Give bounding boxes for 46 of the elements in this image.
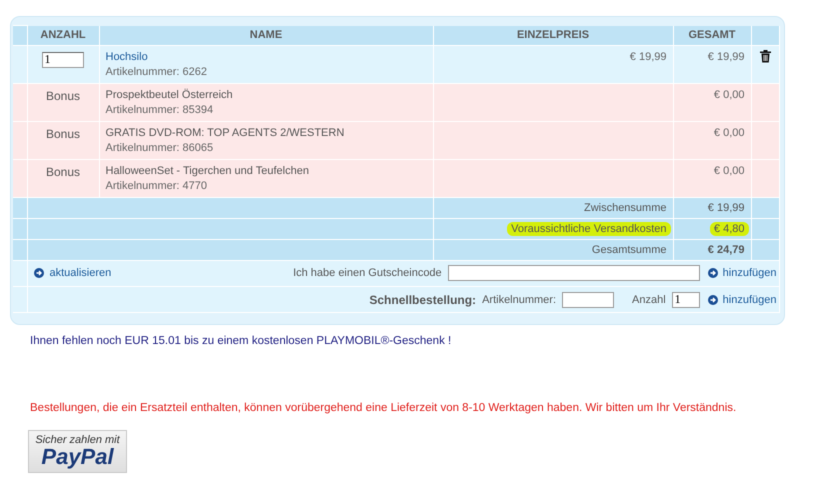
summary-label: Zwischensumme [582,200,668,214]
article-number: Artikelnummer: 6262 [106,66,208,78]
summary-value: € 19,99 [706,200,746,214]
product-name: Prospektbeutel Österreich [106,88,234,100]
add-voucher-link[interactable]: hinzufügen [722,266,776,278]
arrow-circle-icon [34,268,44,278]
bonus-label: Bonus [44,126,82,140]
article-number-label: Artikelnummer: [482,294,556,306]
summary-label: Gesamtsumme [590,242,668,256]
quantity-input[interactable]: 1 [42,52,84,68]
product-name-link[interactable]: Hochsilo [106,50,426,62]
bonus-label: Bonus [44,164,82,178]
paypal-caption: Sicher zahlen mit [35,434,120,446]
update-link[interactable]: aktualisieren [50,266,112,278]
summary-value: € 4,80 [710,222,748,236]
article-number-input[interactable] [562,292,614,308]
arrow-circle-icon [708,294,718,304]
total-price: € 0,00 [714,126,744,138]
quantity-label: Anzahl [632,294,666,306]
total-price: € 19,99 [708,50,744,62]
article-number: Artikelnummer: 4770 [106,180,208,192]
bonus-label: Bonus [44,88,82,102]
total-price: € 0,00 [714,164,744,176]
voucher-label: Ich habe einen Gutscheincode [293,266,442,278]
column-header: GESAMT [673,26,751,45]
quick-order-title: Schnellbestellung: [369,292,476,306]
voucher-input[interactable] [448,264,700,280]
arrow-circle-icon [708,268,718,278]
column-header: ANZAHL [27,26,99,45]
total-price: € 0,00 [714,88,744,100]
column-header: NAME [99,26,433,45]
gift-notice: Ihnen fehlen noch EUR 15.01 bis zu einem kostenlosen PLAYMOBIL®-Geschenk ! [30,334,452,346]
column-header: EINZELPREIS [433,26,673,45]
product-name: GRATIS DVD-ROM: TOP AGENTS 2/WESTERN [106,126,346,138]
product-name: HalloweenSet - Tigerchen und Teufelchen [106,164,310,176]
quick-quantity-input[interactable]: 1 [672,292,700,308]
trash-icon[interactable] [760,50,770,62]
summary-label: Voraussichtliche Versandkosten [507,222,670,236]
paypal-badge[interactable]: Sicher zahlen mit PayPal [28,430,127,472]
paypal-logo: PayPal [41,446,114,468]
summary-value: € 24,79 [706,242,746,256]
article-number: Artikelnummer: 86065 [106,142,214,154]
add-quick-order-link[interactable]: hinzufügen [722,294,776,306]
delivery-notice: Bestellungen, die ein Ersatzteil enthalten, können vorübergehend eine Lieferzeit von 8-10 Werktagen haben. Wir bitten um Ihr Verständnis. [30,400,738,416]
article-number: Artikelnummer: 85394 [106,104,214,116]
unit-price: € 19,99 [630,50,666,62]
